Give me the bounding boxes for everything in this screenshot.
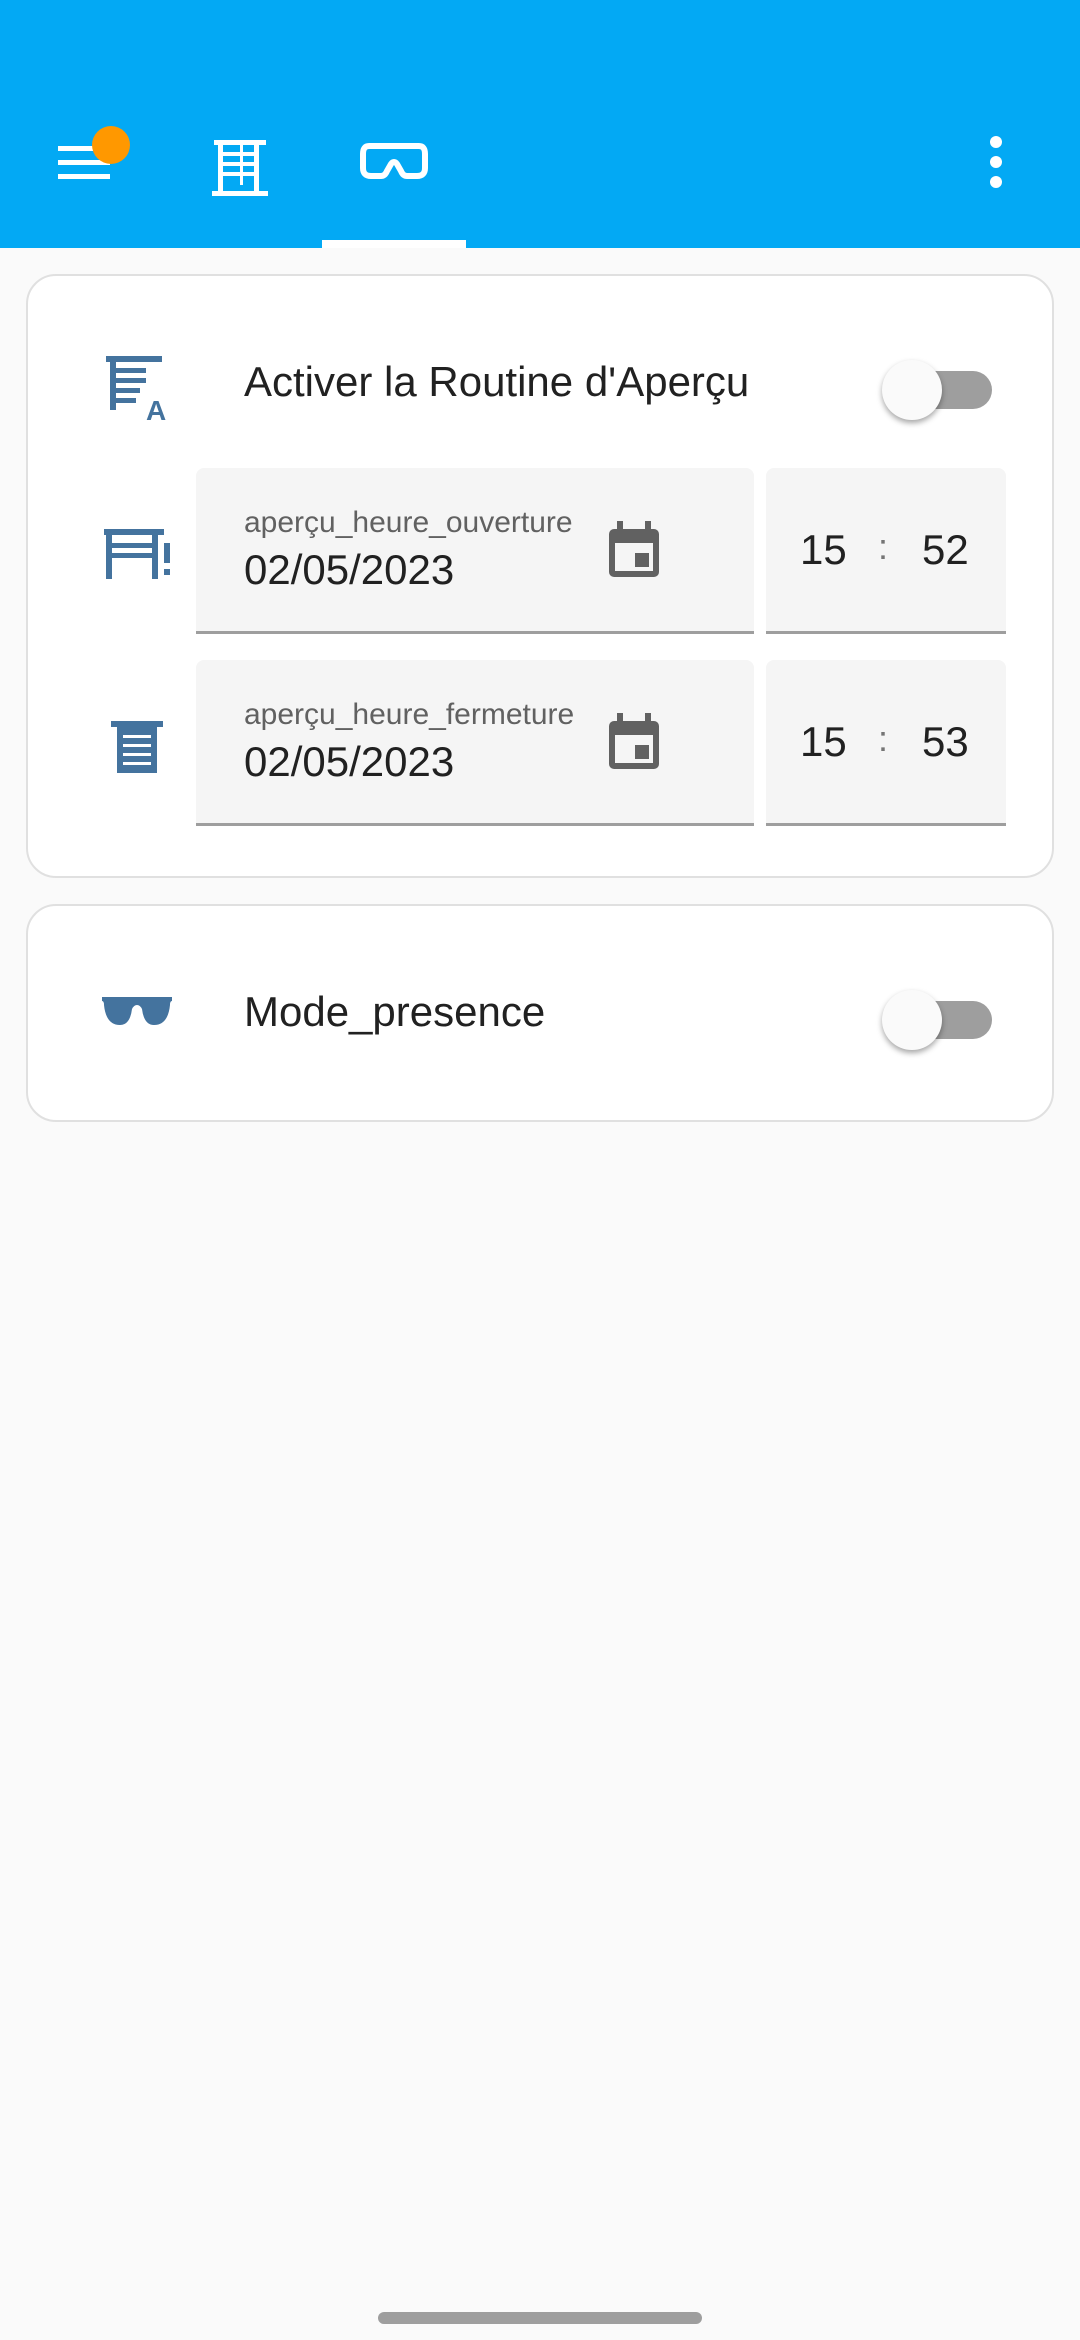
tab-presence[interactable] bbox=[322, 116, 466, 248]
presence-mode-label: Mode_presence bbox=[244, 988, 546, 1035]
top-app-bar bbox=[0, 0, 1080, 248]
closing-date-label: aperçu_heure_fermeture bbox=[244, 698, 575, 731]
sunglasses-icon bbox=[92, 966, 182, 1056]
time-separator: : bbox=[878, 526, 889, 567]
overflow-menu-button[interactable] bbox=[948, 116, 1044, 212]
opening-date-value: 02/05/2023 bbox=[244, 546, 455, 593]
window-shutter-alert-icon bbox=[92, 510, 182, 600]
opening-date-label: aperçu_heure_ouverture bbox=[244, 506, 573, 539]
notification-badge bbox=[92, 126, 130, 164]
tab-indicator bbox=[322, 240, 466, 248]
closing-time-field[interactable]: 15 : 53 bbox=[766, 660, 1006, 826]
app-screen: A Activer la Routine d'Aperçu aperçu_heu… bbox=[0, 0, 1080, 2340]
tab-blinds[interactable] bbox=[168, 116, 312, 248]
closing-minute[interactable]: 53 bbox=[922, 718, 969, 766]
routine-toggle-label: Activer la Routine d'Aperçu bbox=[244, 358, 750, 405]
dots-vertical-icon bbox=[986, 134, 1006, 195]
presence-mode-toggle[interactable] bbox=[882, 982, 992, 1050]
opening-minute[interactable]: 52 bbox=[922, 526, 969, 574]
opening-hour[interactable]: 15 bbox=[800, 526, 847, 574]
presence-card: Mode_presence bbox=[26, 904, 1054, 1122]
calendar-icon[interactable] bbox=[602, 518, 666, 582]
closing-date-value: 02/05/2023 bbox=[244, 738, 455, 785]
window-shutter-closed-icon bbox=[92, 702, 182, 792]
goggles-icon bbox=[359, 136, 429, 191]
closing-date-field[interactable]: aperçu_heure_fermeture 02/05/2023 bbox=[196, 660, 754, 826]
window-shutter-auto-icon: A bbox=[92, 342, 182, 432]
routine-toggle[interactable] bbox=[882, 352, 992, 420]
opening-date-field[interactable]: aperçu_heure_ouverture 02/05/2023 bbox=[196, 468, 754, 634]
closing-hour[interactable]: 15 bbox=[800, 718, 847, 766]
time-separator: : bbox=[878, 718, 889, 759]
opening-time-field[interactable]: 15 : 52 bbox=[766, 468, 1006, 634]
svg-text:A: A bbox=[146, 395, 166, 422]
home-indicator[interactable] bbox=[378, 2312, 702, 2324]
toggle-thumb bbox=[882, 360, 942, 420]
window-shutter-icon bbox=[208, 136, 272, 205]
calendar-icon[interactable] bbox=[602, 710, 666, 774]
routine-card: A Activer la Routine d'Aperçu aperçu_heu… bbox=[26, 274, 1054, 878]
toggle-thumb bbox=[882, 990, 942, 1050]
